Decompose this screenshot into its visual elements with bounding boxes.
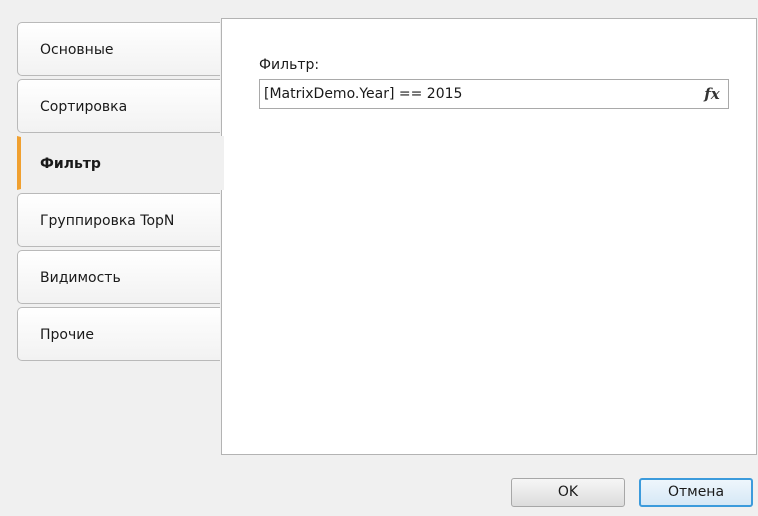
tab-filter[interactable]: Фильтр <box>17 136 224 190</box>
tab-label: Группировка TopN <box>40 213 175 229</box>
tab-label: Основные <box>40 42 114 58</box>
tab-other[interactable]: Прочие <box>17 307 220 361</box>
tab-label: Прочие <box>40 327 94 343</box>
expression-editor-fx-icon[interactable]: fx <box>700 81 724 107</box>
tab-label: Видимость <box>40 270 121 286</box>
filter-label: Фильтр: <box>259 57 320 73</box>
filter-expression-field: fx <box>259 79 729 109</box>
cancel-button[interactable]: Отмена <box>639 478 753 507</box>
tab-basic[interactable]: Основные <box>17 22 220 76</box>
tab-label: Сортировка <box>40 99 128 115</box>
tab-label: Фильтр <box>40 156 101 172</box>
filter-panel: Фильтр: fx <box>221 18 757 455</box>
filter-dialog: Основные Сортировка Фильтр Группировка T… <box>0 0 758 516</box>
tab-sorting[interactable]: Сортировка <box>17 79 220 133</box>
filter-expression-input[interactable] <box>264 82 694 106</box>
tab-list: Основные Сортировка Фильтр Группировка T… <box>17 22 224 364</box>
tab-visibility[interactable]: Видимость <box>17 250 220 304</box>
ok-button[interactable]: OK <box>511 478 625 507</box>
tab-grouping-topn[interactable]: Группировка TopN <box>17 193 220 247</box>
